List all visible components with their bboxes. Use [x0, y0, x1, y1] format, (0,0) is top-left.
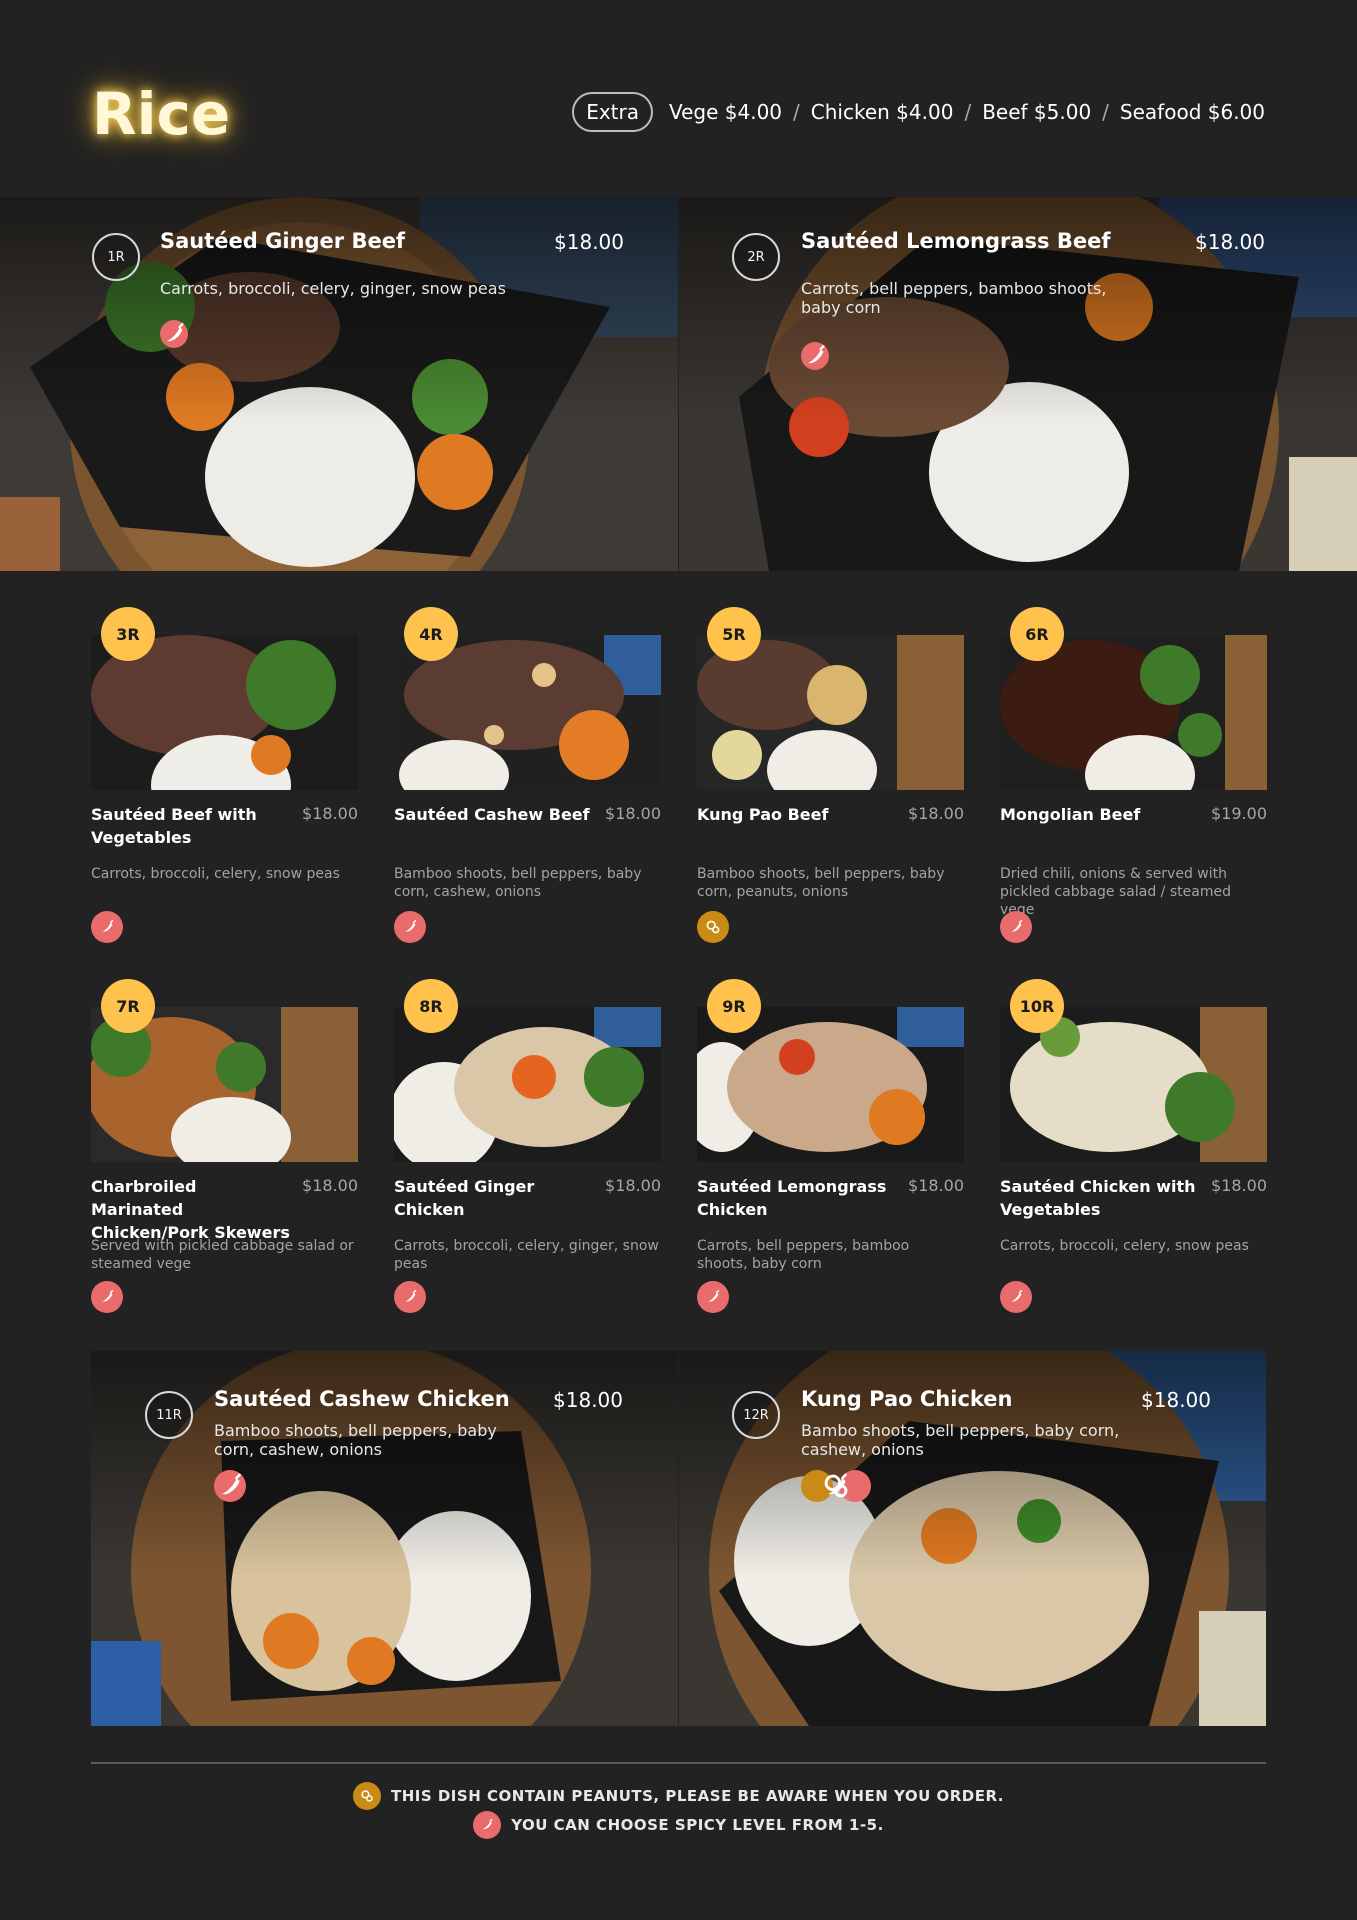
- menu-card-5r[interactable]: 5R Kung Pao Beef $18.00 Bamboo shoots, b…: [697, 607, 964, 947]
- page-title: Rice: [92, 80, 231, 148]
- menu-card-9r[interactable]: 9R Sautéed Lemongrass Chicken $18.00 Car…: [697, 979, 964, 1319]
- menu-card-6r[interactable]: 6R Mongolian Beef $19.00 Dried chili, on…: [1000, 607, 1267, 947]
- dish-price: $18.00: [908, 804, 964, 823]
- dish-price: $18.00: [1195, 230, 1265, 254]
- spicy-icon: [697, 1281, 729, 1313]
- spicy-icon: [473, 1811, 502, 1839]
- dish-description: Served with pickled cabbage salad or ste…: [91, 1238, 354, 1272]
- dish-price: $19.00: [1211, 804, 1267, 823]
- dish-name: Sautéed Lemongrass Chicken: [697, 1177, 887, 1219]
- peanut-icon: [352, 1782, 381, 1810]
- dish-price: $18.00: [553, 1388, 623, 1412]
- spicy-icon: [1000, 1281, 1032, 1313]
- spicy-icon: [91, 1281, 123, 1313]
- peanut-allergy-note: THIS DISH CONTAIN PEANUTS, PLEASE BE AWA…: [0, 1782, 1357, 1810]
- extra-item-vege: Vege $4.00: [668, 100, 783, 124]
- dish-description: Carrots, broccoli, celery, ginger, snow …: [394, 1238, 659, 1272]
- dish-code-badge: 7R: [101, 979, 155, 1033]
- dish-description: Carrots, broccoli, celery, snow peas: [1000, 1238, 1249, 1254]
- dish-name: Sautéed Lemongrass Beef: [801, 229, 1111, 253]
- dish-description: Carrots, bell peppers, bamboo shoots, ba…: [801, 279, 1107, 317]
- note-text: YOU CAN CHOOSE SPICY LEVEL FROM 1-5.: [511, 1816, 884, 1834]
- dish-code-badge: 5R: [707, 607, 761, 661]
- dish-code-badge: 4R: [404, 607, 458, 661]
- dish-description: Bambo shoots, bell peppers, baby corn, c…: [801, 1421, 1120, 1459]
- menu-card-7r[interactable]: 7R Charbroiled Marinated Chicken/Pork Sk…: [91, 979, 358, 1319]
- featured-dish-12r[interactable]: 12R Kung Pao Chicken $18.00 Bambo shoots…: [679, 1351, 1266, 1726]
- note-text: THIS DISH CONTAIN PEANUTS, PLEASE BE AWA…: [390, 1787, 1005, 1805]
- dish-code-badge: 9R: [707, 979, 761, 1033]
- featured-dish-1r[interactable]: 1R Sautéed Ginger Beef $18.00 Carrots, b…: [0, 197, 678, 571]
- dish-name: Sautéed Cashew Chicken: [214, 1387, 510, 1411]
- dish-price: $18.00: [605, 804, 661, 823]
- spicy-level-note: YOU CAN CHOOSE SPICY LEVEL FROM 1-5.: [0, 1811, 1357, 1839]
- spicy-icon: [839, 1470, 871, 1502]
- dish-name: Sautéed Ginger Beef: [160, 229, 406, 253]
- separator: /: [1102, 100, 1109, 124]
- dish-code: 12R: [732, 1391, 780, 1439]
- dish-price: $18.00: [554, 230, 624, 254]
- spicy-icon: [1000, 911, 1032, 943]
- spicy-icon: [394, 911, 426, 943]
- extra-item-beef: Beef $5.00: [982, 100, 1092, 124]
- featured-dish-2r[interactable]: 2R Sautéed Lemongrass Beef $18.00 Carrot…: [679, 197, 1357, 571]
- menu-card-3r[interactable]: 3R Sautéed Beef with Vegetables $18.00 C…: [91, 607, 358, 947]
- spicy-icon: [160, 320, 188, 348]
- dish-description: Carrots, broccoli, celery, snow peas: [91, 866, 340, 882]
- dish-code-badge: 6R: [1010, 607, 1064, 661]
- dish-name: Sautéed Ginger Chicken: [394, 1177, 535, 1219]
- dish-code: 11R: [145, 1391, 193, 1439]
- dish-code: 2R: [732, 233, 780, 281]
- dish-code-badge: 3R: [101, 607, 155, 661]
- dish-price: $18.00: [1141, 1388, 1211, 1412]
- dish-price: $18.00: [1211, 1176, 1267, 1195]
- dish-name: Sautéed Cashew Beef: [394, 805, 590, 824]
- dish-name: Sautéed Beef with Vegetables: [91, 805, 257, 847]
- menu-card-8r[interactable]: 8R Sautéed Ginger Chicken $18.00 Carrots…: [394, 979, 661, 1319]
- divider: [91, 1762, 1266, 1764]
- dish-name: Sautéed Chicken with Vegetables: [1000, 1177, 1196, 1219]
- extra-item-seafood: Seafood $6.00: [1119, 100, 1265, 124]
- spicy-icon: [214, 1470, 246, 1502]
- dish-code-badge: 8R: [404, 979, 458, 1033]
- dish-price: $18.00: [605, 1176, 661, 1195]
- spicy-icon: [394, 1281, 426, 1313]
- dish-description: Bamboo shoots, bell peppers, baby corn, …: [394, 866, 642, 900]
- dish-price: $18.00: [302, 1176, 358, 1195]
- dish-name: Kung Pao Chicken: [801, 1387, 1013, 1411]
- dish-description: Bamboo shoots, bell peppers, baby corn, …: [214, 1421, 497, 1459]
- extra-item-chicken: Chicken $4.00: [810, 100, 954, 124]
- dish-description: Dried chili, onions & served with pickle…: [1000, 866, 1231, 918]
- dish-name: Kung Pao Beef: [697, 805, 829, 824]
- dish-description: Bamboo shoots, bell peppers, baby corn, …: [697, 866, 945, 900]
- separator: /: [793, 100, 800, 124]
- extra-label: Extra: [572, 92, 653, 132]
- dish-description: Carrots, bell peppers, bamboo shoots, ba…: [697, 1238, 910, 1272]
- dish-code-badge: 10R: [1010, 979, 1064, 1033]
- dish-price: $18.00: [908, 1176, 964, 1195]
- separator: /: [964, 100, 972, 124]
- menu-card-10r[interactable]: 10R Sautéed Chicken with Vegetables $18.…: [1000, 979, 1267, 1319]
- dish-description: Carrots, broccoli, celery, ginger, snow …: [160, 279, 506, 298]
- menu-header: Rice Extra Vege $4.00 / Chicken $4.00 / …: [0, 0, 1357, 196]
- dish-price: $18.00: [302, 804, 358, 823]
- peanut-icon: [697, 911, 729, 943]
- dish-name: Charbroiled Marinated Chicken/Pork Skewe…: [91, 1177, 290, 1242]
- spicy-icon: [801, 342, 829, 370]
- extras-price-list: Extra Vege $4.00 / Chicken $4.00 / Beef …: [572, 92, 1265, 132]
- menu-card-4r[interactable]: 4R Sautéed Cashew Beef $18.00 Bamboo sho…: [394, 607, 661, 947]
- dish-code: 1R: [92, 233, 140, 281]
- featured-dish-11r[interactable]: 11R Sautéed Cashew Chicken $18.00 Bamboo…: [91, 1351, 678, 1726]
- dish-name: Mongolian Beef: [1000, 805, 1141, 824]
- spicy-icon: [91, 911, 123, 943]
